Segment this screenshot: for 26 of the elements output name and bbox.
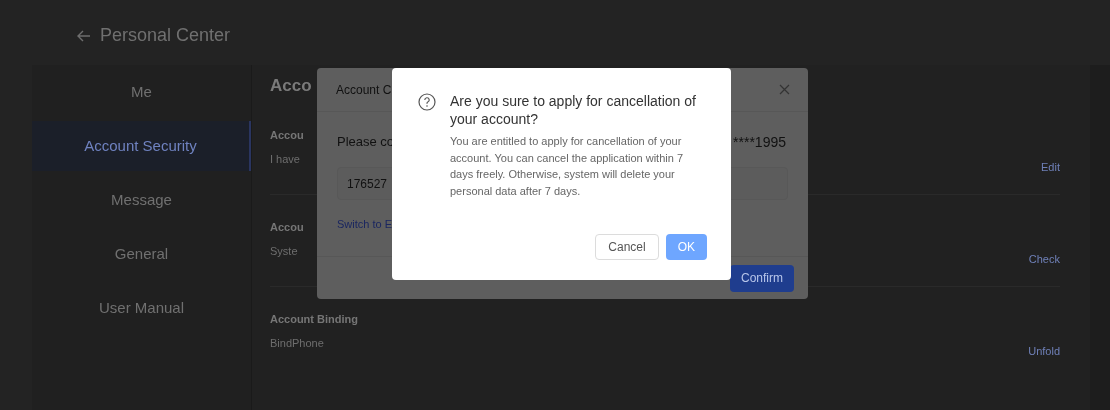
confirm-message: You are entitled to apply for cancellation of your account. You can cancel the application within 7 days freely. Otherwise, system will delete your personal data after 7 days. (450, 134, 684, 199)
switch-link[interactable]: Switch to E (337, 216, 393, 233)
setting-action-link[interactable]: Unfold (1028, 343, 1060, 360)
sidebar-item[interactable]: Me (32, 65, 251, 119)
sidebar-item[interactable]: General (32, 227, 251, 281)
masked-phone: ****1995 (733, 133, 786, 152)
setting-label: Accou (270, 127, 304, 143)
ok-button[interactable]: OK (665, 234, 707, 260)
setting-action-link[interactable]: Edit (1041, 159, 1060, 176)
setting-label: Account Binding (270, 311, 358, 327)
section-heading: Acco (270, 75, 312, 97)
setting-description: I have (270, 152, 300, 167)
cancel-button[interactable]: Cancel (595, 234, 659, 260)
setting-description: BindPhone (270, 336, 324, 351)
sidebar-item[interactable]: User Manual (32, 281, 251, 335)
close-icon[interactable] (779, 84, 790, 95)
page-title: Personal Center (100, 24, 231, 47)
setting-action-link[interactable]: Check (1028, 251, 1060, 268)
confirm-button[interactable]: Confirm (730, 264, 794, 292)
sidebar-item[interactable]: Message (32, 173, 251, 227)
setting-description: Syste (270, 244, 298, 259)
question-icon (418, 93, 436, 111)
sidebar-item[interactable]: Account Security (32, 121, 251, 171)
dialog-title: Account C (336, 81, 392, 99)
confirm-title: Are you sure to apply for cancellation of your account? (450, 92, 697, 128)
setting-label: Accou (270, 219, 304, 235)
